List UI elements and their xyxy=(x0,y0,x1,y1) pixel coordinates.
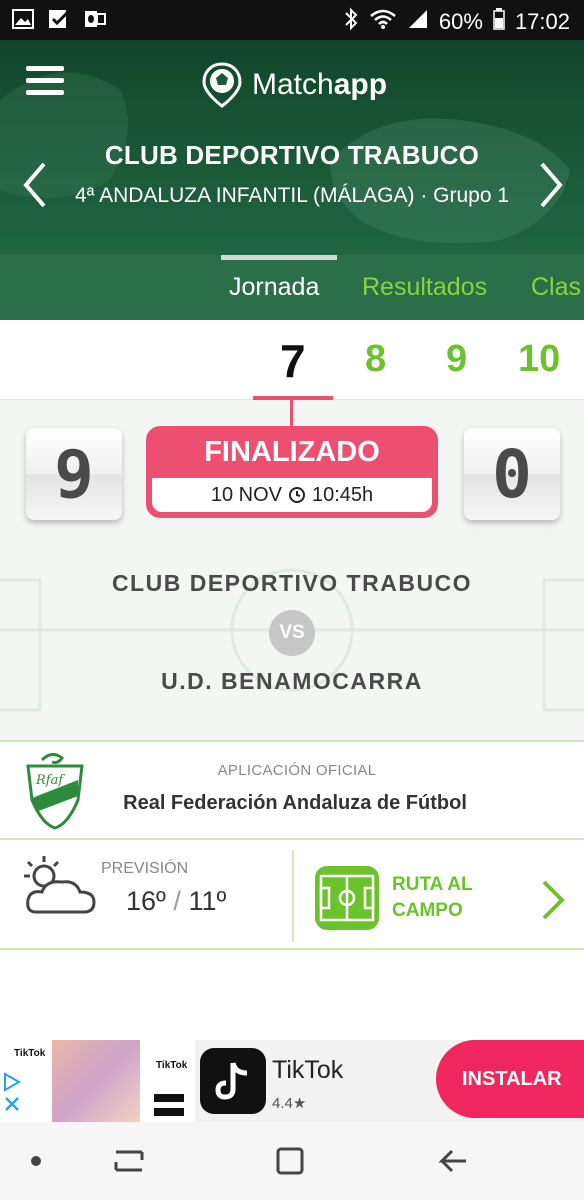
federation-name: Real Federación Andaluza de Fútbol xyxy=(123,792,467,814)
match-status: FINALIZADO xyxy=(204,436,380,468)
app-header: Matchapp CLUB DEPORTIVO TRABUCO 4ª ANDAL… xyxy=(0,40,584,255)
ad-video-preview xyxy=(52,1040,140,1122)
tab-jornada[interactable]: Jornada xyxy=(229,273,319,302)
home-icon[interactable] xyxy=(276,1147,304,1175)
wifi-icon xyxy=(369,8,397,36)
ad-thumb-label-right: TikTok xyxy=(156,1060,188,1071)
jornada-8[interactable]: 8 xyxy=(365,338,386,381)
back-icon[interactable] xyxy=(438,1149,466,1173)
install-button[interactable]: INSTALAR xyxy=(436,1040,584,1118)
tab-bar: Jornada Resultados Clas xyxy=(0,255,584,320)
ad-thumbnail[interactable]: TikTok TikTok xyxy=(0,1040,195,1122)
ad-rating: 4.4★ xyxy=(272,1095,307,1112)
temp-separator: / xyxy=(173,886,181,916)
away-score: 0 xyxy=(464,428,560,520)
federation-caption: APLICACIÓN OFICIAL xyxy=(217,762,377,779)
vs-badge: VS xyxy=(269,610,315,656)
google-play-badge xyxy=(154,1108,184,1116)
temp-low: 11º xyxy=(188,886,227,916)
dot-icon[interactable] xyxy=(31,1156,41,1166)
tab-indicator xyxy=(221,255,337,260)
weather-caption: PREVISIÓN xyxy=(101,860,189,877)
home-team[interactable]: CLUB DEPORTIVO TRABUCO xyxy=(0,570,584,597)
app-store-badge xyxy=(154,1094,184,1102)
svg-text:Rfaf: Rfaf xyxy=(35,773,65,788)
jornada-underline xyxy=(253,396,333,400)
club-title: CLUB DEPORTIVO TRABUCO xyxy=(104,140,480,170)
match-time: 10:45h xyxy=(311,483,374,506)
outlook-icon xyxy=(84,8,106,30)
checkbox-icon xyxy=(48,8,70,30)
ball-pin-icon xyxy=(202,62,242,108)
jornada-9[interactable]: 9 xyxy=(446,338,467,381)
ad-banner[interactable]: TikTok TikTok TikTok 4.4★ INSTALAR xyxy=(0,1040,584,1122)
tab-resultados[interactable]: Resultados xyxy=(362,273,487,302)
weather-temperatures: 16º / 11º xyxy=(126,886,226,917)
adchoices-icon[interactable] xyxy=(2,1072,22,1118)
battery-icon xyxy=(493,8,505,36)
weather-cloudy-icon xyxy=(24,856,96,914)
chevron-right-icon[interactable] xyxy=(540,878,568,922)
competition-subtitle: 4ª ANDALUZA INFANTIL (MÁLAGA) · Grupo 1 xyxy=(74,184,510,207)
pitch-icon[interactable] xyxy=(313,864,381,932)
jornada-connector xyxy=(290,398,293,428)
image-icon xyxy=(12,8,34,30)
route-line1: RUTA AL xyxy=(392,874,473,895)
match-status-card: FINALIZADO 10 NOV 10:45h xyxy=(146,426,438,518)
app-name-part1: Match xyxy=(252,68,334,101)
bluetooth-icon xyxy=(343,7,359,37)
clock: 17:02 xyxy=(514,9,570,34)
temp-high: 16º xyxy=(126,886,166,916)
match-datetime: 10 NOV 10:45h xyxy=(152,478,432,512)
tab-clasificacion[interactable]: Clas xyxy=(531,273,581,302)
ad-app-name: TikTok xyxy=(272,1056,344,1084)
app-name-part2: app xyxy=(333,68,388,101)
match-card: 9 0 FINALIZADO 10 NOV 10:45h CLUB DEPORT… xyxy=(0,400,584,740)
tiktok-icon[interactable] xyxy=(200,1048,266,1114)
divider xyxy=(292,850,294,942)
menu-button[interactable] xyxy=(26,66,64,96)
jornada-selector: 7 8 9 10 xyxy=(0,320,584,400)
away-team[interactable]: U.D. BENAMOCARRA xyxy=(0,668,584,695)
match-date: 10 NOV xyxy=(210,483,282,506)
federation-banner[interactable]: Rfaf APLICACIÓN OFICIAL Real Federación … xyxy=(0,740,584,840)
route-line2: CAMPO xyxy=(392,900,463,921)
battery-percent: 60% xyxy=(438,9,483,34)
jornada-7[interactable]: 7 xyxy=(280,334,306,388)
home-score: 9 xyxy=(26,428,122,520)
recents-icon[interactable] xyxy=(114,1150,144,1172)
info-row: PREVISIÓN 16º / 11º RUTA AL CAMPO xyxy=(0,840,584,950)
ad-thumb-label-left: TikTok xyxy=(14,1048,46,1059)
signal-icon xyxy=(407,8,429,36)
rfaf-logo: Rfaf xyxy=(26,753,84,830)
route-label[interactable]: RUTA AL CAMPO xyxy=(392,872,502,924)
jornada-10[interactable]: 10 xyxy=(518,338,560,381)
app-logo: Matchapp xyxy=(202,62,387,108)
status-bar: 60% 17:02 xyxy=(0,0,584,40)
clock-icon xyxy=(288,487,305,503)
android-nav-bar xyxy=(0,1122,584,1200)
